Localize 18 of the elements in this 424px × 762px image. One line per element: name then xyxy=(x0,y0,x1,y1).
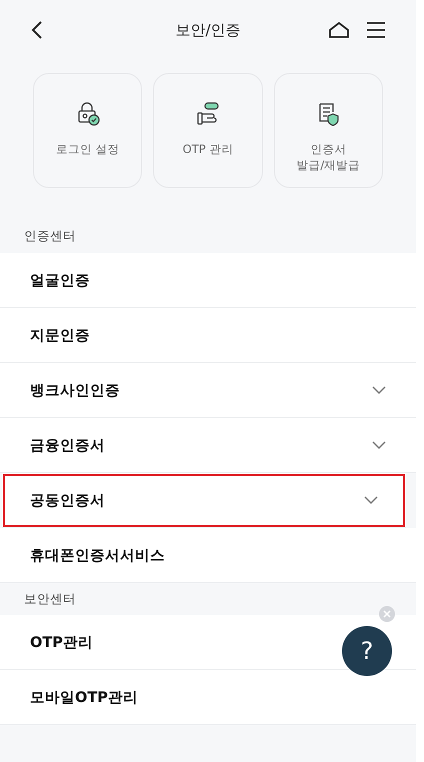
page-title: 보안/인증 xyxy=(174,20,242,40)
menu-row[interactable]: 휴대폰인증서서비스 xyxy=(0,528,416,583)
chevron-down-icon xyxy=(372,441,386,449)
shortcut-card[interactable]: 로그인 설정 xyxy=(33,73,142,188)
menu-row[interactable]: 얼굴인증 xyxy=(0,253,416,308)
menu-row[interactable]: 금융인증서 xyxy=(0,418,416,473)
lock-check-icon xyxy=(76,102,100,126)
hand-token-icon xyxy=(196,102,220,126)
menu-row[interactable]: 뱅크사인인증 xyxy=(0,363,416,418)
shortcut-card[interactable]: 인증서 발급/재발급 xyxy=(274,73,383,188)
menu-row[interactable]: 지문인증 xyxy=(0,308,416,363)
menu-row[interactable]: 공동인증서 xyxy=(2,473,406,528)
section-title: 인증센터 xyxy=(24,228,76,245)
chevron-down-icon xyxy=(364,496,378,504)
shortcut-card[interactable]: OTP 관리 xyxy=(153,73,263,188)
chevron-down-icon xyxy=(372,386,386,394)
menu-row[interactable]: 모바일OTP관리 xyxy=(0,670,416,725)
section-title: 보안센터 xyxy=(24,590,76,608)
